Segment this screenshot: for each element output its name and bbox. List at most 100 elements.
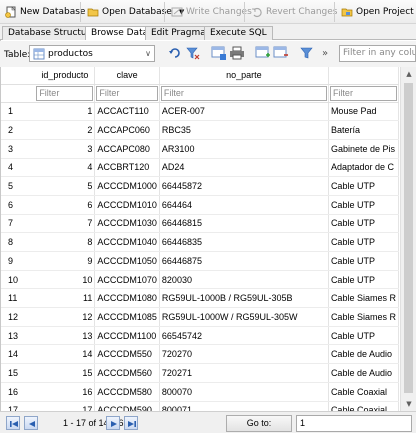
filter-input-descripcion[interactable]: Filter <box>329 85 397 101</box>
cell-id-producto[interactable]: 9 <box>35 251 96 271</box>
table-row[interactable]: 5 5 ACCCDM1000 66445872 Cable UTP <box>1 176 399 196</box>
cell-id-producto[interactable]: 14 <box>35 344 96 365</box>
cell-no-parte[interactable]: RBC35 <box>159 120 329 140</box>
cell-descripcion[interactable]: Cable de Audio <box>328 363 399 383</box>
table-row[interactable]: 3 3 ACCAPC080 AR3100 Gabinete de Pis <box>1 139 399 159</box>
table-row[interactable]: 2 2 ACCAPC060 RBC35 Batería <box>1 120 399 140</box>
cell-clave[interactable]: ACCCDM1010 <box>94 195 160 215</box>
cell-no-parte[interactable]: AD24 <box>159 158 329 178</box>
cell-descripcion[interactable]: Batería <box>328 120 399 140</box>
print-button[interactable] <box>229 45 245 61</box>
open-project-button[interactable]: Open Project <box>338 3 416 21</box>
filter-input-no-parte[interactable]: Filter <box>160 85 327 101</box>
cell-id-producto[interactable]: 17 <box>35 401 96 411</box>
cell-clave[interactable]: ACCCDM1050 <box>94 251 160 271</box>
filter-any-column-input[interactable]: Filter in any column <box>339 45 416 62</box>
filter-input-clave[interactable]: Filter <box>96 85 158 101</box>
cell-clave[interactable]: ACCCDM560 <box>94 363 160 383</box>
cell-clave[interactable]: ACCAPC080 <box>94 139 160 159</box>
cell-id-producto[interactable]: 3 <box>35 139 96 159</box>
cell-id-producto[interactable]: 15 <box>35 363 96 383</box>
cell-no-parte[interactable]: 720271 <box>159 363 329 383</box>
last-record-button[interactable] <box>124 416 138 430</box>
cell-descripcion[interactable]: Cable de Audio <box>328 344 399 365</box>
cell-clave[interactable]: ACCCDM1030 <box>94 214 160 234</box>
cell-clave[interactable]: ACCCDM550 <box>94 344 160 365</box>
cell-no-parte[interactable]: AR3100 <box>159 139 329 159</box>
previous-record-button[interactable] <box>24 416 38 430</box>
cell-descripcion[interactable]: Cable UTP <box>328 176 399 196</box>
cell-descripcion[interactable]: Cable UTP <box>328 270 399 290</box>
refresh-button[interactable] <box>167 45 183 61</box>
table-row[interactable]: 14 14 ACCCDM550 720270 Cable de Audio <box>1 344 399 365</box>
table-row[interactable]: 13 13 ACCCDM1100 66545742 Cable UTP <box>1 326 399 346</box>
table-row[interactable]: 16 16 ACCCDM580 800070 Cable Coaxial <box>1 382 399 402</box>
cell-no-parte[interactable]: RG59UL-1000B / RG59UL-305B <box>159 288 329 309</box>
cell-clave[interactable]: ACCAPC060 <box>94 120 160 140</box>
cell-clave[interactable]: ACCCDM1070 <box>94 270 160 290</box>
scrollbar-thumb[interactable] <box>404 83 413 393</box>
cell-no-parte[interactable]: 664464 <box>159 195 329 215</box>
cell-clave[interactable]: ACCCDM590 <box>94 401 160 411</box>
clear-filters-button[interactable] <box>185 45 201 61</box>
cell-descripcion[interactable]: Mouse Pad <box>328 102 399 122</box>
delete-record-button[interactable] <box>273 45 289 61</box>
cell-descripcion[interactable]: Adaptador de C <box>328 158 399 178</box>
cell-descripcion[interactable]: Cable UTP <box>328 326 399 346</box>
table-row[interactable]: 9 9 ACCCDM1050 66446875 Cable UTP <box>1 251 399 271</box>
cell-descripcion[interactable]: Cable Coaxial <box>328 401 399 411</box>
tab-browse-data[interactable]: Browse Data <box>85 26 155 41</box>
first-record-button[interactable] <box>6 416 20 430</box>
expand-chevron-icon[interactable]: » <box>322 48 328 59</box>
cell-id-producto[interactable]: 10 <box>35 270 96 290</box>
cell-id-producto[interactable]: 11 <box>35 288 96 309</box>
column-header-id-producto[interactable]: id_producto <box>35 67 96 85</box>
cell-id-producto[interactable]: 1 <box>35 102 96 122</box>
tab-execute-sql[interactable]: Execute SQL <box>204 26 273 40</box>
cell-descripcion[interactable]: Gabinete de Pis <box>328 139 399 159</box>
table-row[interactable]: 17 17 ACCCDM590 800071 Cable Coaxial <box>1 401 399 411</box>
cell-no-parte[interactable]: 66446835 <box>159 232 329 252</box>
cell-id-producto[interactable]: 6 <box>35 195 96 215</box>
save-table-button[interactable] <box>211 45 227 61</box>
write-changes-button[interactable]: Write Changes <box>168 3 255 21</box>
cell-descripcion[interactable]: Cable Siames R <box>328 307 399 327</box>
cell-clave[interactable]: ACCCDM1100 <box>94 326 160 346</box>
cell-descripcion[interactable]: Cable Coaxial <box>328 382 399 402</box>
cell-clave[interactable]: ACCACT110 <box>94 102 160 122</box>
revert-changes-button[interactable]: Revert Changes <box>248 3 341 21</box>
cell-id-producto[interactable]: 8 <box>35 232 96 252</box>
cell-no-parte[interactable]: 800070 <box>159 382 329 402</box>
cell-no-parte[interactable]: 720270 <box>159 344 329 365</box>
cell-id-producto[interactable]: 5 <box>35 176 96 196</box>
cell-no-parte[interactable]: 66446815 <box>159 214 329 234</box>
cell-clave[interactable]: ACCCDM1085 <box>94 307 160 327</box>
filter-options-button[interactable] <box>299 45 315 61</box>
cell-id-producto[interactable]: 16 <box>35 382 96 402</box>
cell-clave[interactable]: ACCCDM1080 <box>94 288 160 309</box>
cell-descripcion[interactable]: Cable UTP <box>328 251 399 271</box>
scroll-down-arrow-icon[interactable]: ▼ <box>401 397 416 411</box>
cell-clave[interactable]: ACCCDM580 <box>94 382 160 402</box>
column-header-no-parte[interactable]: no_parte <box>159 67 329 85</box>
column-header-clave[interactable]: clave <box>94 67 160 85</box>
scroll-up-arrow-icon[interactable]: ▲ <box>401 67 416 81</box>
cell-id-producto[interactable]: 7 <box>35 214 96 234</box>
next-record-button[interactable] <box>106 416 120 430</box>
table-select[interactable]: productos ∨ <box>29 45 155 62</box>
table-row[interactable]: 12 12 ACCCDM1085 RG59UL-1000W / RG59UL-305W… <box>1 307 399 327</box>
column-header-descripcion[interactable] <box>328 67 399 85</box>
table-row[interactable]: 11 11 ACCCDM1080 RG59UL-1000B / RG59UL-305B… <box>1 288 399 309</box>
cell-no-parte[interactable]: ACER-007 <box>159 102 329 122</box>
go-to-button[interactable]: Go to: <box>226 415 292 432</box>
cell-no-parte[interactable]: 66446875 <box>159 251 329 271</box>
table-row[interactable]: 10 10 ACCCDM1070 820030 Cable UTP <box>1 270 399 290</box>
filter-input-id-producto[interactable]: Filter <box>36 85 94 101</box>
cell-descripcion[interactable]: Cable UTP <box>328 195 399 215</box>
cell-no-parte[interactable]: 820030 <box>159 270 329 290</box>
cell-descripcion[interactable]: Cable UTP <box>328 214 399 234</box>
cell-clave[interactable]: ACCCDM1040 <box>94 232 160 252</box>
cell-clave[interactable]: ACCCDM1000 <box>94 176 160 196</box>
table-row[interactable]: 7 7 ACCCDM1030 66446815 Cable UTP <box>1 214 399 234</box>
cell-no-parte[interactable]: 66445872 <box>159 176 329 196</box>
